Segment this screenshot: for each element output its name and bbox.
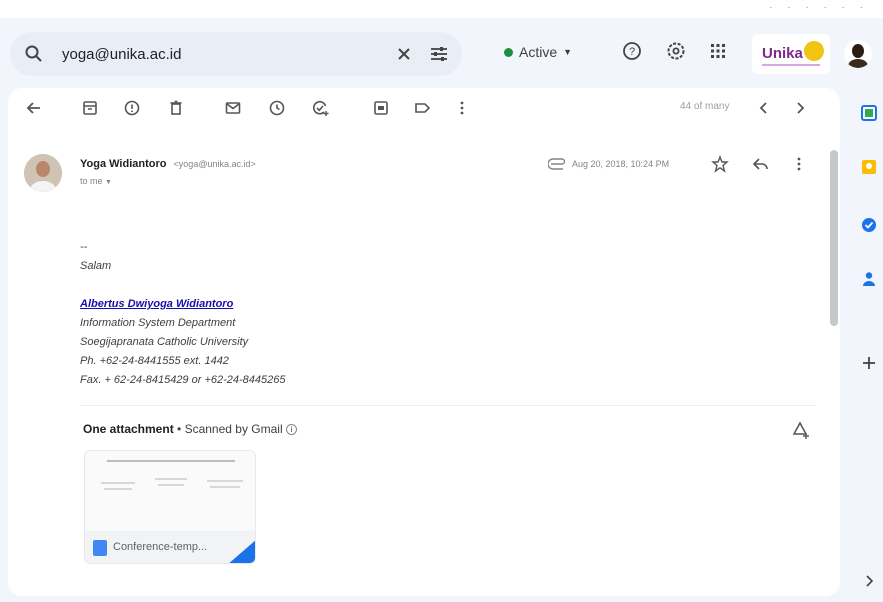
message-header: Yoga Widiantoro <yoga@unika.ac.id> to me…	[8, 146, 840, 206]
browser-controls[interactable]: · · · · · ·	[769, 2, 869, 13]
message-toolbar: 44 of many	[8, 88, 840, 130]
gmail-window: · · · · · · Active	[0, 0, 883, 602]
recipient-text: to me	[80, 176, 103, 186]
star-icon[interactable]	[711, 155, 729, 173]
signature-university: Soegijapranata Catholic University	[80, 336, 249, 348]
logo-badge	[804, 41, 824, 61]
search-bar[interactable]	[10, 32, 462, 76]
attachment-preview	[85, 451, 255, 531]
scanned-label: • Scanned by Gmail	[177, 422, 283, 436]
snooze-icon[interactable]	[267, 98, 287, 118]
side-panel	[846, 88, 883, 602]
sender-avatar[interactable]	[24, 154, 62, 192]
scrollbar[interactable]	[828, 150, 840, 596]
greeting-text: Salam	[80, 260, 112, 272]
person-icon	[24, 154, 62, 192]
status-selector[interactable]: Active ▼	[494, 37, 582, 67]
document-thumbnail	[101, 460, 243, 490]
message-panel: 44 of many Yoga Widiantoro <yoga@unika.a…	[8, 88, 840, 596]
more-vertical-icon[interactable]	[452, 98, 472, 118]
account-avatar[interactable]	[844, 40, 872, 68]
message-date: Aug 20, 2018, 10:24 PM	[548, 158, 669, 170]
logo-text: Unika	[762, 45, 803, 62]
mark-unread-icon[interactable]	[223, 98, 243, 118]
signature-department: Information System Department	[80, 317, 236, 329]
move-to-icon[interactable]	[371, 98, 391, 118]
back-arrow-icon[interactable]	[24, 98, 44, 118]
help-icon[interactable]: ?	[621, 40, 643, 62]
browser-strip: · · · · · ·	[0, 0, 883, 18]
logo-underline	[762, 64, 820, 66]
keep-icon[interactable]	[860, 158, 878, 176]
signature-phone: Ph. +62-24-8441555 ext. 1442	[80, 355, 229, 367]
status-label: Active	[519, 44, 558, 60]
chevron-right-icon[interactable]	[860, 572, 878, 590]
search-icon[interactable]	[24, 44, 44, 64]
attachment-file-name: Conference-temp...	[113, 541, 208, 553]
file-corner-icon	[227, 539, 255, 563]
reply-icon[interactable]	[752, 155, 770, 173]
signature-fax: Fax. + 62-24-8415429 or +62-24-8445265	[80, 374, 286, 386]
attachment-header: One attachment • Scanned by Gmail i	[83, 422, 297, 436]
label-icon[interactable]	[412, 98, 432, 118]
chevron-right-icon[interactable]	[790, 98, 810, 118]
more-vertical-icon[interactable]	[790, 155, 808, 173]
recipient-details[interactable]: to me ▼	[80, 176, 112, 186]
search-input[interactable]	[62, 43, 362, 65]
contacts-icon[interactable]	[860, 270, 878, 288]
report-spam-icon[interactable]	[122, 98, 142, 118]
search-options-icon[interactable]	[428, 44, 450, 64]
svg-text:?: ?	[629, 46, 635, 58]
apps-grid-icon[interactable]	[707, 40, 729, 62]
attachment-divider	[80, 405, 815, 406]
close-icon[interactable]	[394, 44, 414, 64]
pagination-text: 44 of many	[680, 101, 730, 112]
message-body: -- Salam Albertus Dwiyoga Widiantoro Inf…	[80, 238, 680, 390]
chevron-left-icon[interactable]	[754, 98, 774, 118]
add-task-icon[interactable]	[310, 98, 330, 118]
scrollbar-thumb[interactable]	[830, 150, 838, 326]
delete-icon[interactable]	[166, 98, 186, 118]
attachment-footer: Conference-temp...	[85, 531, 255, 563]
tasks-icon[interactable]	[860, 216, 878, 234]
header: Active ▼ ? Unika	[0, 18, 883, 88]
date-text: Aug 20, 2018, 10:24 PM	[572, 159, 670, 169]
sender-name[interactable]: Yoga Widiantoro <yoga@unika.ac.id>	[80, 158, 256, 170]
status-dot	[504, 47, 513, 57]
attachment-clip-icon	[548, 158, 566, 170]
calendar-icon[interactable]	[860, 104, 878, 122]
sender-email: <yoga@unika.ac.id>	[173, 159, 256, 169]
attachment-card[interactable]: Conference-temp...	[84, 450, 256, 564]
signature-name-link[interactable]: Albertus Dwiyoga Widiantoro	[80, 295, 680, 314]
add-to-drive-icon[interactable]	[790, 420, 810, 440]
sender-name-text: Yoga Widiantoro	[80, 158, 167, 170]
organization-logo[interactable]: Unika	[752, 34, 830, 74]
attachment-count: One attachment	[83, 422, 174, 436]
person-icon	[848, 44, 868, 68]
document-icon	[93, 540, 107, 556]
chevron-down-icon: ▼	[105, 179, 112, 186]
archive-icon[interactable]	[80, 98, 100, 118]
info-icon[interactable]: i	[285, 424, 297, 436]
settings-icon[interactable]	[665, 40, 687, 62]
signature-dashes: --	[80, 241, 88, 253]
chevron-down-icon: ▼	[563, 47, 573, 57]
plus-icon[interactable]	[860, 354, 878, 372]
